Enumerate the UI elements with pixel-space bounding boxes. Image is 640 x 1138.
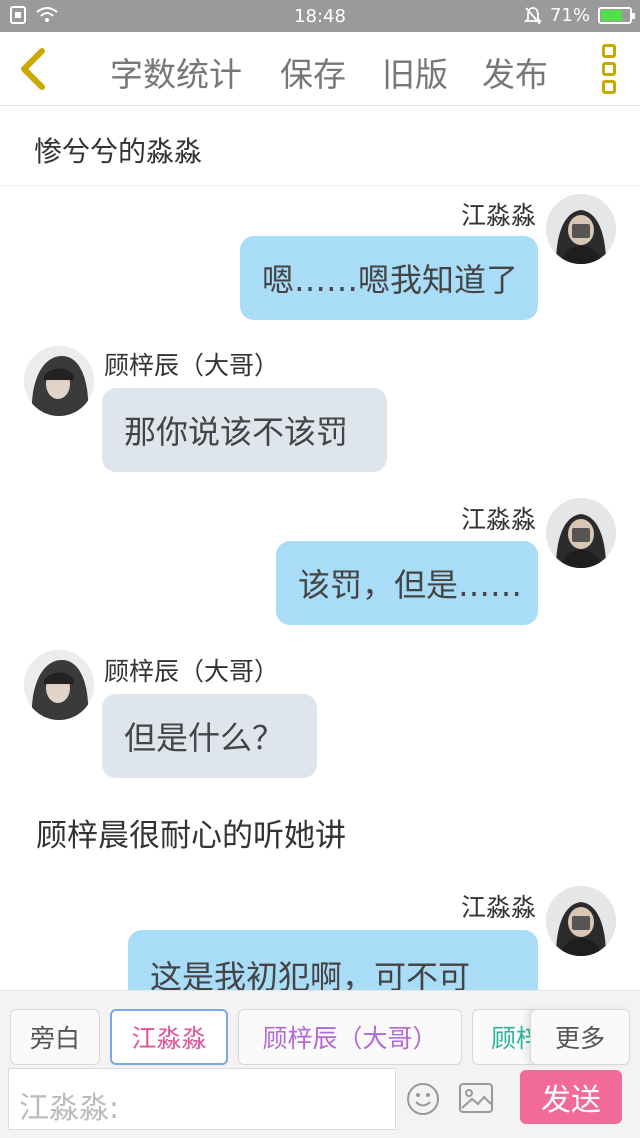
speaker-name: 顾梓辰（大哥）: [104, 657, 280, 686]
publish-button[interactable]: 发布: [482, 48, 548, 96]
role-guzichen-button[interactable]: 顾梓辰（大哥）: [238, 1009, 462, 1065]
avatar-hooded-icon: [24, 650, 94, 720]
battery-fill: [601, 10, 623, 21]
avatar[interactable]: [546, 194, 616, 264]
message-bubble[interactable]: 嗯……嗯我知道了: [240, 236, 538, 320]
avatar-hooded-icon: [24, 346, 94, 416]
role-jiangmiaomiao-button[interactable]: 江淼淼: [110, 1009, 228, 1065]
editor-toolbar: 字数统计 保存 旧版 发布: [0, 32, 640, 106]
avatar[interactable]: [546, 886, 616, 956]
avatar[interactable]: [24, 346, 94, 416]
send-button[interactable]: 发送: [520, 1070, 622, 1124]
avatar[interactable]: [24, 650, 94, 720]
role-selector-bar: 旁白 江淼淼 顾梓辰（大哥） 顾梓 更多: [0, 990, 640, 1068]
image-icon[interactable]: [458, 1082, 494, 1114]
chat-title-bar: 惨兮兮的淼淼: [0, 106, 640, 186]
word-count-button[interactable]: 字数统计: [110, 48, 242, 96]
narration-text[interactable]: 顾梓晨很耐心的听她讲: [36, 810, 346, 855]
speaker-name: 江淼淼: [460, 201, 536, 230]
smiley-icon[interactable]: [406, 1082, 440, 1116]
battery-percent: 71%: [549, 5, 590, 26]
avatar[interactable]: [546, 498, 616, 568]
avatar-girl-icon: [546, 498, 616, 568]
vertical-dots-icon[interactable]: [598, 44, 620, 94]
message-bubble[interactable]: 该罚，但是……: [276, 541, 538, 625]
avatar-girl-icon: [546, 194, 616, 264]
message-bubble[interactable]: 这是我初犯啊，可不可: [128, 930, 538, 990]
status-bar: 18:48 71%: [0, 0, 640, 32]
input-row: 江淼淼: 发送: [0, 1068, 640, 1138]
more-roles-button[interactable]: 更多: [530, 1009, 630, 1065]
speaker-name: 江淼淼: [460, 893, 536, 922]
message-bubble[interactable]: 那你说该不该罚: [102, 388, 387, 472]
avatar-girl-icon: [546, 886, 616, 956]
chapter-title[interactable]: 惨兮兮的淼淼: [34, 130, 202, 170]
message-bubble[interactable]: 但是什么？: [102, 694, 317, 778]
speaker-name: 江淼淼: [460, 505, 536, 534]
old-version-button[interactable]: 旧版: [382, 48, 448, 96]
save-button[interactable]: 保存: [280, 48, 346, 96]
chat-content[interactable]: 江淼淼 嗯……嗯我知道了 顾梓辰（大哥） 那你说该不该罚 江淼淼 该罚，但是………: [0, 186, 640, 990]
speaker-name: 顾梓辰（大哥）: [104, 351, 280, 380]
chevron-left-icon[interactable]: [14, 46, 54, 92]
message-input[interactable]: 江淼淼:: [8, 1068, 396, 1130]
role-narrator-button[interactable]: 旁白: [10, 1009, 100, 1065]
bell-off-icon: [523, 6, 542, 25]
battery-icon: [598, 7, 635, 24]
